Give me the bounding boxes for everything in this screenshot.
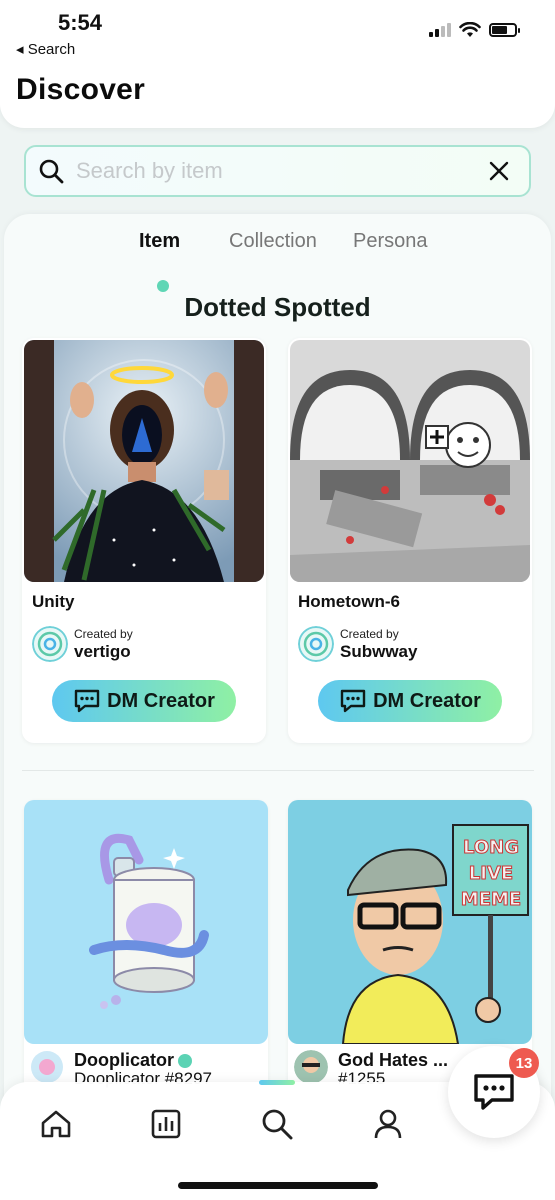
chat-icon bbox=[74, 689, 100, 713]
back-to-search-link[interactable]: ◂ Search bbox=[16, 40, 75, 58]
creator-name: vertigo bbox=[74, 641, 131, 661]
clear-search-button[interactable] bbox=[479, 151, 519, 191]
creator-info[interactable]: Created by Subwway bbox=[298, 626, 417, 662]
search-bar bbox=[24, 145, 531, 197]
dm-creator-label: DM Creator bbox=[373, 689, 481, 712]
search-icon bbox=[39, 159, 64, 184]
home-indicator bbox=[178, 1182, 378, 1189]
feed-card-title: Dooplicator bbox=[74, 1050, 175, 1070]
nav-stats-button[interactable] bbox=[146, 1104, 186, 1144]
stats-icon bbox=[151, 1109, 181, 1139]
verified-badge-icon bbox=[178, 1054, 193, 1069]
nav-profile-button[interactable] bbox=[368, 1104, 408, 1144]
item-name: Unity bbox=[32, 592, 75, 611]
dm-creator-button[interactable]: DM Creator bbox=[318, 680, 502, 722]
profile-icon bbox=[374, 1109, 402, 1139]
close-icon bbox=[489, 161, 509, 181]
page-title: Discover bbox=[16, 73, 146, 106]
creator-avatar bbox=[298, 626, 334, 662]
nft-artwork-dooplicator[interactable] bbox=[24, 800, 268, 1044]
created-by-label: Created by bbox=[74, 626, 133, 641]
tab-collection[interactable]: Collection bbox=[229, 230, 317, 253]
section-title: Dotted Spotted bbox=[184, 292, 371, 322]
nav-home-button[interactable] bbox=[36, 1104, 76, 1144]
spotted-card[interactable]: Hometown-6 Created by Subwway DM Creator bbox=[288, 338, 532, 743]
nav-search-button[interactable] bbox=[257, 1104, 297, 1144]
chat-icon bbox=[474, 1074, 514, 1110]
creator-name: Subwway bbox=[340, 641, 418, 661]
dm-creator-label: DM Creator bbox=[107, 689, 215, 712]
section-divider bbox=[22, 770, 534, 771]
active-tab-indicator bbox=[157, 280, 169, 292]
unity-artwork-image bbox=[24, 340, 264, 582]
home-icon bbox=[41, 1110, 71, 1138]
nft-artwork-unity[interactable] bbox=[24, 340, 264, 582]
feed-card[interactable]: Dooplicator Dooplicator #8297 bbox=[24, 800, 268, 1100]
creator-avatar bbox=[32, 626, 68, 662]
battery-icon bbox=[489, 23, 520, 37]
item-name: Hometown-6 bbox=[298, 592, 400, 611]
nft-artwork-god-hates[interactable]: LONG LIVE MEME bbox=[288, 800, 532, 1044]
chat-notification-badge: 13 bbox=[509, 1048, 539, 1078]
search-input[interactable] bbox=[76, 151, 479, 191]
collection-avatar bbox=[294, 1050, 328, 1084]
chat-icon bbox=[340, 689, 366, 713]
nav-indicator bbox=[259, 1080, 295, 1085]
status-icons bbox=[429, 22, 520, 38]
dm-creator-button[interactable]: DM Creator bbox=[52, 680, 236, 722]
creator-info[interactable]: Created by vertigo bbox=[32, 626, 133, 662]
dooplicator-artwork-image bbox=[24, 800, 268, 1044]
tab-item[interactable]: Item bbox=[139, 230, 180, 253]
nft-artwork-hometown-6[interactable] bbox=[290, 340, 530, 582]
feed-card-title: God Hates ... bbox=[338, 1050, 449, 1070]
collection-avatar bbox=[31, 1051, 63, 1083]
status-time: 5:54 bbox=[58, 10, 103, 35]
tab-bar: Item Collection Persona bbox=[4, 230, 551, 292]
tab-persona[interactable]: Persona bbox=[353, 230, 428, 253]
spotted-card[interactable]: Unity Created by vertigo DM Creator bbox=[22, 338, 266, 743]
created-by-label: Created by bbox=[340, 626, 399, 641]
signal-icon bbox=[429, 23, 451, 37]
header: 5:54 ◂ Search Discover bbox=[0, 0, 555, 128]
hometown-artwork-image bbox=[290, 340, 530, 582]
wifi-icon bbox=[459, 22, 481, 37]
search-icon bbox=[262, 1109, 293, 1140]
